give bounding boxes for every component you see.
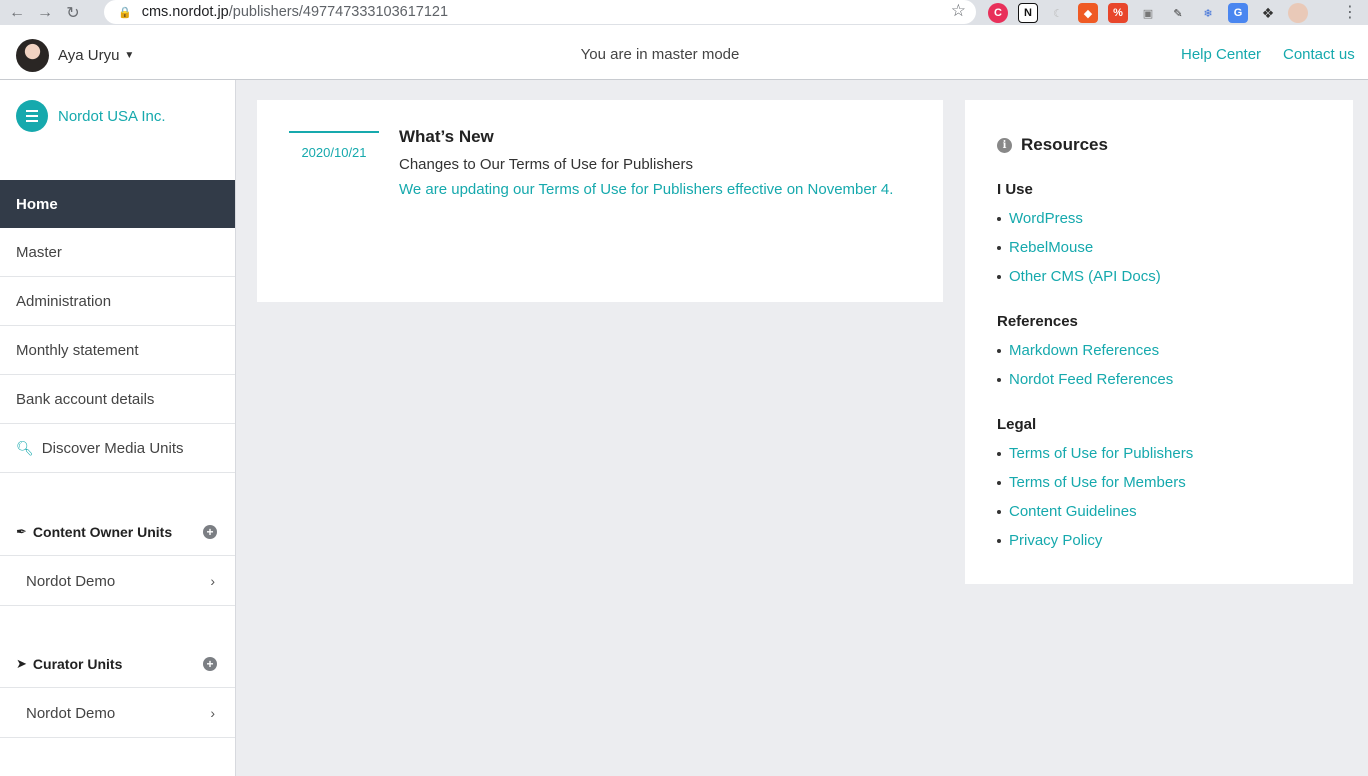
sidebar-item-label: Bank account details (16, 390, 155, 408)
curator-unit-item[interactable]: Nordot Demo › (0, 689, 235, 738)
curator-units-header: ➤ Curator Units + (0, 640, 235, 688)
news-subtitle: Changes to Our Terms of Use for Publishe… (399, 156, 694, 173)
sidebar-nav: Home Master Administration Monthly state… (0, 180, 235, 473)
resource-link-wordpress[interactable]: WordPress (997, 210, 1083, 227)
moon-icon[interactable]: ☾ (1048, 3, 1068, 23)
master-mode-label: You are in master mode (580, 46, 740, 63)
lock-icon: 🔒 (118, 6, 132, 19)
extension-icon[interactable]: C (988, 3, 1008, 23)
unit-name: Nordot Demo (26, 572, 116, 590)
org-name: Nordot USA Inc. (58, 107, 166, 125)
resource-link-label: Terms of Use for Publishers (1009, 445, 1194, 462)
info-icon: i (997, 137, 1012, 153)
news-link-period: . (889, 181, 894, 198)
sidebar-item-label: Discover Media Units (41, 439, 184, 457)
news-link-text: We are updating our Terms of Use for Pub… (399, 181, 890, 198)
resource-link-terms-members[interactable]: Terms of Use for Members (997, 474, 1186, 491)
back-arrow-icon[interactable]: ← (6, 2, 28, 24)
chevron-right-icon: › (210, 705, 215, 721)
puzzle-icon[interactable]: ❖ (1258, 3, 1278, 23)
sidebar-item-master[interactable]: Master (0, 228, 235, 277)
resources-card: i Resources I Use WordPress RebelMouse O… (965, 100, 1353, 584)
add-circle-icon[interactable]: + (203, 656, 217, 671)
url-path: /publishers/497747333103617121 (228, 4, 449, 20)
org-switcher[interactable]: Nordot USA Inc. (16, 100, 166, 132)
pen-nib-icon: ✒ (16, 523, 27, 539)
app-header: Aya Uryu ▼ You are in master mode Help C… (0, 25, 1368, 80)
resource-group-heading: Legal (997, 416, 1037, 433)
sidebar-item-home[interactable]: Home (0, 180, 235, 228)
chevron-right-icon: › (210, 573, 215, 589)
sidebar-item-label: Master (16, 243, 62, 261)
resource-link-terms-publishers[interactable]: Terms of Use for Publishers (997, 445, 1193, 462)
news-link[interactable]: We are updating our Terms of Use for Pub… (399, 181, 893, 198)
resource-link-feed[interactable]: Nordot Feed References (997, 371, 1173, 388)
sidebar-item-monthly-statement[interactable]: Monthly statement (0, 326, 235, 375)
extension-icon[interactable]: ◆ (1078, 3, 1098, 23)
resource-link-label: Markdown References (1009, 342, 1160, 359)
menu-icon[interactable] (16, 100, 48, 132)
resource-link-label: WordPress (1009, 210, 1083, 227)
paper-plane-icon: ➤ (16, 655, 27, 671)
translate-icon[interactable]: G (1228, 3, 1248, 23)
news-title: What’s New (399, 127, 494, 146)
profile-avatar[interactable] (1288, 3, 1308, 23)
section-title: Content Owner Units (32, 523, 173, 540)
menu-dots-icon[interactable]: ⋮ (1342, 2, 1358, 22)
content-owner-units-header: ✒ Content Owner Units + (0, 508, 235, 556)
search-icon: 🔍︎ (16, 439, 34, 456)
resource-link-api-docs[interactable]: Other CMS (API Docs) (997, 268, 1161, 285)
extension-icons: C N ☾ ◆ % ▣ ✎ ❄ G ❖ (988, 2, 1308, 24)
resource-group-heading: References (997, 313, 1078, 330)
resource-link-label: RebelMouse (1009, 239, 1094, 256)
sidebar-item-bank-account[interactable]: Bank account details (0, 375, 235, 424)
resource-link-rebelmouse[interactable]: RebelMouse (997, 239, 1093, 256)
forward-arrow-icon[interactable]: → (34, 2, 56, 24)
resources-title-text: Resources (1021, 135, 1108, 154)
help-center-link[interactable]: Help Center (1181, 46, 1261, 63)
resource-link-content-guidelines[interactable]: Content Guidelines (997, 503, 1137, 520)
sidebar-item-label: Monthly statement (16, 341, 139, 359)
section-title: Curator Units (32, 655, 123, 672)
url-host: cms.nordot.jp (141, 4, 229, 20)
extension-icon[interactable]: % (1108, 3, 1128, 23)
unit-name: Nordot Demo (26, 704, 116, 722)
sidebar-item-label: Home (16, 195, 58, 213)
add-circle-icon[interactable]: + (203, 524, 217, 539)
contact-us-link[interactable]: Contact us (1283, 46, 1355, 63)
reload-icon[interactable]: ↻ (62, 2, 84, 24)
resources-title: i Resources (997, 135, 1108, 155)
camera-icon[interactable]: ▣ (1138, 3, 1158, 23)
news-date: 2020/10/21 (289, 131, 379, 160)
sidebar-item-discover-media-units[interactable]: 🔍︎ Discover Media Units (0, 424, 235, 473)
sidebar-item-administration[interactable]: Administration (0, 277, 235, 326)
resource-link-label: Other CMS (API Docs) (1009, 268, 1161, 285)
pen-icon[interactable]: ✎ (1168, 3, 1188, 23)
content-owner-unit-item[interactable]: Nordot Demo › (0, 557, 235, 606)
resource-link-label: Content Guidelines (1009, 503, 1137, 520)
whats-new-card: 2020/10/21 What’s New Changes to Our Ter… (257, 100, 943, 302)
resource-link-markdown[interactable]: Markdown References (997, 342, 1159, 359)
bookmark-star-icon[interactable]: ☆ (951, 1, 966, 21)
snowflake-icon[interactable]: ❄ (1198, 3, 1218, 23)
sidebar: Nordot USA Inc. Home Master Administrati… (0, 80, 236, 776)
resource-group-heading: I Use (997, 181, 1033, 198)
browser-toolbar: ← → ↻ 🔒 cms.nordot.jp/publishers/4977473… (0, 0, 1368, 25)
notion-icon[interactable]: N (1018, 3, 1038, 23)
resource-link-privacy-policy[interactable]: Privacy Policy (997, 532, 1102, 549)
resource-link-label: Nordot Feed References (1009, 371, 1174, 388)
resource-link-label: Privacy Policy (1009, 532, 1103, 549)
sidebar-item-label: Administration (16, 292, 112, 310)
resource-link-label: Terms of Use for Members (1009, 474, 1186, 491)
address-bar[interactable]: 🔒 cms.nordot.jp/publishers/4977473331036… (104, 0, 976, 24)
